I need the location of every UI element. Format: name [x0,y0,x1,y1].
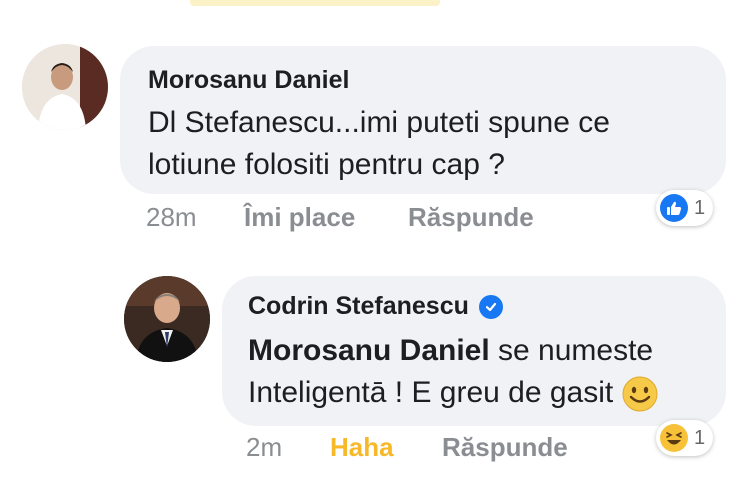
comment-author[interactable]: Morosanu Daniel [148,66,349,95]
like-button[interactable]: Îmi place [244,202,355,233]
haha-button[interactable]: Haha [330,432,394,463]
previous-content-edge [190,0,440,6]
haha-icon [660,424,688,452]
comment-text: Morosanu Daniel se numeste Inteligentā !… [248,330,659,414]
comment-time[interactable]: 2m [246,432,282,463]
comment-author-row: Codrin Stefanescu [248,292,503,321]
comment-bubble: Morosanu Daniel Dl Stefanescu...imi pute… [120,46,726,194]
comment-text-fragment: Inteligentā ! E greu de gasit [248,376,614,409]
comment-author[interactable]: Codrin Stefanescu [248,292,469,321]
comment-text-fragment: se numeste [489,334,654,367]
reaction-summary[interactable]: 1 [656,190,714,226]
comment-text-line-1: Morosanu Daniel se numeste [248,330,659,372]
avatar[interactable] [22,44,108,130]
like-icon [660,194,688,222]
avatar[interactable] [124,276,210,362]
comment-text-line-2: Inteligentā ! E greu de gasit [248,372,659,414]
verified-badge-icon [478,294,503,319]
reaction-summary[interactable]: 1 [656,420,714,456]
comment-bubble: Codrin Stefanescu Morosanu Daniel se num… [222,276,726,426]
smiley-emoji-icon [621,375,659,413]
comment-time[interactable]: 28m [146,202,197,233]
reply-button[interactable]: Răspunde [408,202,534,233]
reply-button[interactable]: Răspunde [442,432,568,463]
comment-text-line-2: lotiune folositi pentru cap ? [148,148,505,181]
reaction-count: 1 [694,196,706,219]
comment-text: Dl Stefanescu...imi puteti spune ce loti… [148,102,610,186]
mention-link[interactable]: Morosanu Daniel [248,334,490,367]
reaction-count: 1 [694,426,706,449]
comment-text-line-1: Dl Stefanescu...imi puteti spune ce [148,106,610,139]
